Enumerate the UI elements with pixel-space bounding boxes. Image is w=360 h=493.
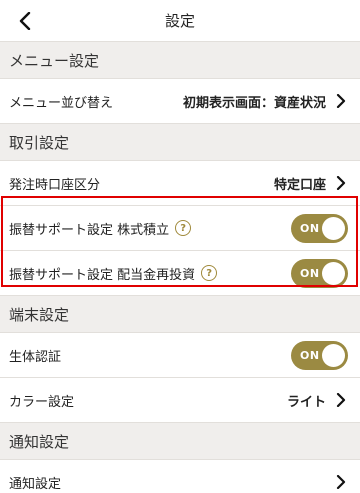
color-setting-row[interactable]: カラー設定 ライト <box>0 378 360 423</box>
transfer-support-dividend-label: 振替サポート設定 配当金再投資 <box>9 267 196 283</box>
color-setting-label: カラー設定 <box>9 394 75 410</box>
toggle-state-label: ON <box>300 221 320 235</box>
menu-reorder-label: メニュー並び替え <box>9 95 114 111</box>
section-header-trade: 取引設定 <box>0 124 360 161</box>
biometric-toggle[interactable]: ON <box>291 340 348 370</box>
notify-setting-row[interactable]: 通知設定 <box>0 460 360 493</box>
biometric-label: 生体認証 <box>9 349 62 365</box>
chevron-right-icon[interactable] <box>336 94 346 108</box>
section-header-menu: メニュー設定 <box>0 42 360 79</box>
help-icon[interactable]: ? <box>201 265 218 281</box>
app-header: 設定 <box>0 0 360 42</box>
page-title: 設定 <box>164 12 195 30</box>
transfer-support-stock-toggle[interactable]: ON <box>291 213 348 243</box>
section-header-device: 端末設定 <box>0 296 360 333</box>
chevron-right-icon[interactable] <box>336 393 346 407</box>
toggle-state-label: ON <box>300 348 320 362</box>
toggle-knob <box>322 261 345 285</box>
transfer-support-dividend-row: 振替サポート設定 配当金再投資 ? ON <box>0 251 360 296</box>
notify-setting-label: 通知設定 <box>9 476 62 492</box>
chevron-right-icon[interactable] <box>336 475 346 489</box>
order-account-row[interactable]: 発注時口座区分 特定口座 <box>0 161 360 206</box>
help-icon[interactable]: ? <box>175 220 192 236</box>
transfer-support-stock-label: 振替サポート設定 株式積立 <box>9 222 170 238</box>
color-setting-value: ライト <box>286 394 326 410</box>
menu-reorder-value: 初期表示画面：資産状況 <box>182 95 326 111</box>
chevron-right-icon[interactable] <box>336 176 346 190</box>
order-account-label: 発注時口座区分 <box>9 177 101 193</box>
toggle-knob <box>322 216 345 240</box>
toggle-state-label: ON <box>300 266 320 280</box>
biometric-row: 生体認証 ON <box>0 333 360 378</box>
toggle-knob <box>322 343 345 367</box>
menu-reorder-row[interactable]: メニュー並び替え 初期表示画面：資産状況 <box>0 79 360 124</box>
transfer-support-stock-row: 振替サポート設定 株式積立 ? ON <box>0 206 360 251</box>
order-account-value: 特定口座 <box>273 177 326 193</box>
section-header-notify: 通知設定 <box>0 423 360 460</box>
transfer-support-dividend-toggle[interactable]: ON <box>291 258 348 288</box>
